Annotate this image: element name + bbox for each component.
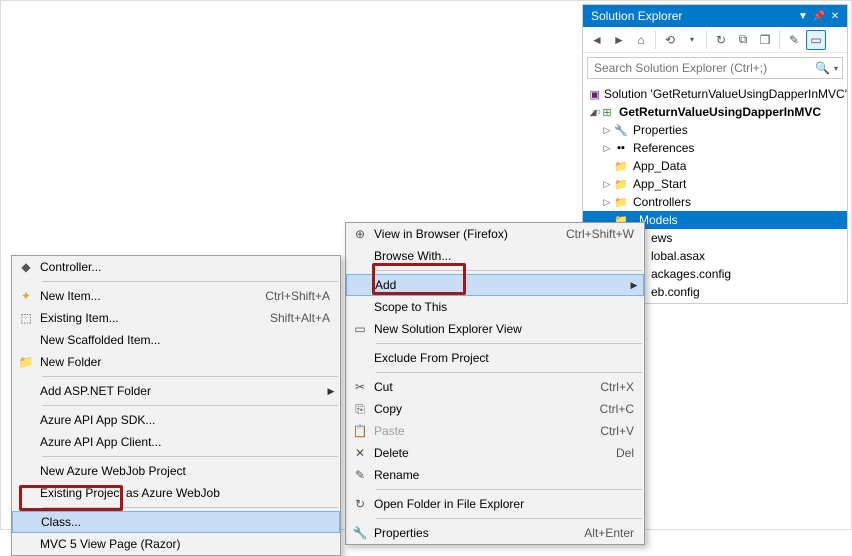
cut-icon: ✂: [346, 380, 374, 394]
preview-icon[interactable]: ▭: [806, 30, 826, 50]
project-icon: ⊞: [599, 104, 615, 120]
project-node[interactable]: �က ◢ ⊞ GetReturnValueUsingDapperInMVC: [583, 103, 847, 121]
folder-icon: 📁: [613, 158, 629, 174]
forward-icon[interactable]: ►: [609, 30, 629, 50]
menu-aspnet-folder[interactable]: Add ASP.NET Folder ▶: [12, 380, 340, 402]
rename-icon: ✎: [346, 468, 374, 482]
solution-explorer-titlebar: Solution Explorer ▼ 📌 ✕: [583, 5, 847, 27]
menu-new-azure-webjob[interactable]: New Azure WebJob Project: [12, 460, 340, 482]
folder-node[interactable]: ▷ 📁 App_Start: [583, 175, 847, 193]
expander-icon[interactable]: ▷: [601, 197, 613, 208]
expander-icon[interactable]: ▷: [601, 179, 613, 190]
sync-icon[interactable]: ⟲: [660, 30, 680, 50]
chevron-right-icon: ▶: [629, 280, 643, 291]
browser-icon: ⊕: [346, 227, 374, 241]
separator: [376, 372, 642, 373]
menu-controller[interactable]: ◆ Controller...: [12, 256, 340, 278]
folder-node[interactable]: ▷ 📁 Controllers: [583, 193, 847, 211]
menu-new-item[interactable]: ✦ New Item... Ctrl+Shift+A: [12, 285, 340, 307]
references-node[interactable]: ▷ ▪▪ References: [583, 139, 847, 157]
folder-icon: 📁: [613, 176, 629, 192]
separator: [42, 507, 338, 508]
close-icon[interactable]: ✕: [827, 8, 843, 24]
menu-rename[interactable]: ✎ Rename: [346, 464, 644, 486]
menu-properties[interactable]: 🔧 Properties Alt+Enter: [346, 522, 644, 544]
home-icon[interactable]: ⌂: [631, 30, 651, 50]
menu-exclude[interactable]: Exclude From Project: [346, 347, 644, 369]
menu-add[interactable]: Add ▶: [346, 274, 644, 296]
menu-open-folder[interactable]: ↻ Open Folder in File Explorer: [346, 493, 644, 515]
search-input[interactable]: [592, 60, 811, 76]
new-item-icon: ✦: [12, 289, 40, 303]
separator: [42, 376, 338, 377]
menu-delete[interactable]: ✕ Delete Del: [346, 442, 644, 464]
separator: [42, 405, 338, 406]
search-dropdown-icon[interactable]: ▾: [830, 64, 838, 73]
expander-icon[interactable]: ▷: [601, 125, 613, 136]
wrench-icon: 🔧: [613, 122, 629, 138]
folder-node[interactable]: 📁 App_Data: [583, 157, 847, 175]
separator: [42, 281, 338, 282]
folder-icon: 📁: [613, 194, 629, 210]
chevron-down-icon[interactable]: ▾: [682, 30, 702, 50]
separator: [376, 518, 642, 519]
solution-node[interactable]: ▣ Solution 'GetReturnValueUsingDapperInM…: [583, 85, 847, 103]
menu-new-folder[interactable]: 📁 New Folder: [12, 351, 340, 373]
properties-node[interactable]: ▷ 🔧 Properties: [583, 121, 847, 139]
expander-icon[interactable]: ◢: [587, 107, 599, 118]
show-all-icon[interactable]: ❐: [755, 30, 775, 50]
search-icon[interactable]: 🔍: [811, 61, 830, 75]
solution-icon: ▣: [589, 86, 599, 102]
pin-icon[interactable]: 📌: [811, 8, 827, 24]
menu-azure-api-client[interactable]: Azure API App Client...: [12, 431, 340, 453]
window-icon: ▭: [346, 322, 374, 336]
menu-mvc5-view[interactable]: MVC 5 View Page (Razor): [12, 533, 340, 555]
copy-icon: ⎘: [346, 402, 374, 417]
collapse-icon[interactable]: ⧉: [733, 30, 753, 50]
menu-browse-with[interactable]: Browse With...: [346, 245, 644, 267]
separator: [42, 456, 338, 457]
properties-icon: 🔧: [346, 526, 374, 540]
menu-cut[interactable]: ✂ Cut Ctrl+X: [346, 376, 644, 398]
menu-copy[interactable]: ⎘ Copy Ctrl+C: [346, 398, 644, 420]
menu-new-scaffolded[interactable]: New Scaffolded Item...: [12, 329, 340, 351]
paste-icon: 📋: [346, 424, 374, 438]
menu-existing-as-webjob[interactable]: Existing Project as Azure WebJob: [12, 482, 340, 504]
expander-icon[interactable]: ▷: [601, 143, 613, 154]
open-folder-icon: ↻: [346, 497, 374, 511]
existing-item-icon: ⬚: [12, 311, 40, 325]
references-icon: ▪▪: [613, 140, 629, 156]
separator: [376, 343, 642, 344]
menu-view-in-browser[interactable]: ⊕ View in Browser (Firefox) Ctrl+Shift+W: [346, 223, 644, 245]
delete-icon: ✕: [346, 446, 374, 460]
dropdown-icon[interactable]: ▼: [795, 8, 811, 24]
properties-icon[interactable]: ✎: [784, 30, 804, 50]
new-folder-icon: 📁: [12, 355, 40, 369]
back-icon[interactable]: ◄: [587, 30, 607, 50]
menu-new-solution-explorer[interactable]: ▭ New Solution Explorer View: [346, 318, 644, 340]
menu-existing-item[interactable]: ⬚ Existing Item... Shift+Alt+A: [12, 307, 340, 329]
solution-explorer-toolbar: ◄ ► ⌂ ⟲ ▾ ↻ ⧉ ❐ ✎ ▭: [583, 27, 847, 53]
menu-scope[interactable]: Scope to This: [346, 296, 644, 318]
menu-paste: 📋 Paste Ctrl+V: [346, 420, 644, 442]
menu-azure-api-sdk[interactable]: Azure API App SDK...: [12, 409, 340, 431]
context-menu-primary: ⊕ View in Browser (Firefox) Ctrl+Shift+W…: [345, 222, 645, 545]
chevron-right-icon: ▶: [326, 386, 340, 397]
search-box[interactable]: 🔍 ▾: [587, 57, 843, 79]
separator: [376, 270, 642, 271]
controller-icon: ◆: [12, 260, 40, 274]
refresh-icon[interactable]: ↻: [711, 30, 731, 50]
context-menu-add: ◆ Controller... ✦ New Item... Ctrl+Shift…: [11, 255, 341, 556]
panel-title: Solution Explorer: [587, 9, 795, 23]
separator: [376, 489, 642, 490]
